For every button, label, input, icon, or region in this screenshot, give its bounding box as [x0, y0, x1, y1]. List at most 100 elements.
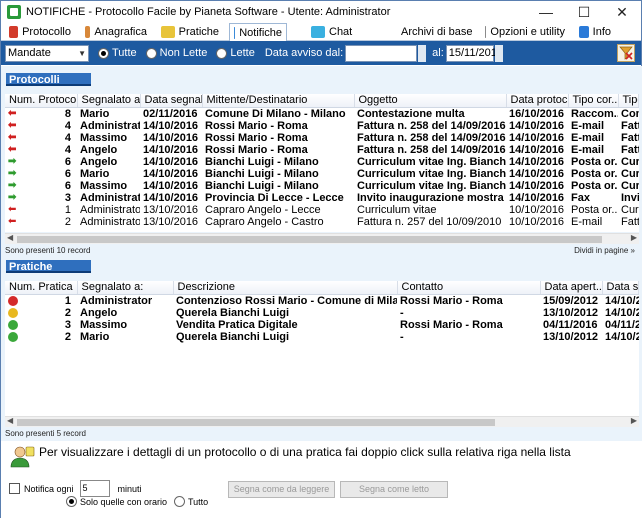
- radio-unread-dot[interactable]: [145, 47, 157, 59]
- protocolli-column-header[interactable]: Oggetto: [354, 94, 507, 108]
- tab-opzioni-e-utility[interactable]: Opzioni e utility: [481, 23, 569, 41]
- type-select[interactable]: Mandate ▼: [5, 44, 89, 62]
- protocolli-cell: ⬅ 4: [5, 144, 77, 156]
- protocolli-cell: 14/10/2016: [509, 119, 565, 132]
- protocolli-cell: Curri: [621, 155, 639, 168]
- mark-to-read-button[interactable]: Segna come da leggere: [228, 481, 335, 498]
- protocolli-cell: Angelo: [80, 143, 118, 156]
- pratiche-column-header[interactable]: Num. Pratica: [5, 281, 78, 295]
- radio-scheduled[interactable]: Solo quelle con orario: [66, 496, 167, 507]
- protocolli-row[interactable]: ➡ 6 Massimo 14/10/2016 Bianchi Luigi - Milan…: [5, 180, 639, 192]
- radio-read[interactable]: Lette: [216, 47, 255, 59]
- protocolli-cell: 14/10/2016: [509, 131, 565, 144]
- date-to-input[interactable]: 15/11/2016: [445, 44, 503, 62]
- protocolli-row[interactable]: ➡ 6 Mario 14/10/2016 Bianchi Luigi - Milano C…: [5, 168, 639, 180]
- pratiche-cell: Administrator: [80, 294, 153, 307]
- protocolli-cell: Invit: [621, 191, 639, 204]
- protocolli-cell: Bianchi Luigi - Milano: [205, 179, 319, 192]
- radio-notify-all[interactable]: Tutto: [174, 496, 208, 507]
- protocolli-column-header[interactable]: Num. Protoco...: [5, 94, 78, 108]
- date-from-picker[interactable]: [418, 44, 427, 62]
- protocolli-column-header[interactable]: Segnalato a:: [77, 94, 141, 108]
- protocolli-cell: 14/10/2016: [509, 179, 565, 192]
- mark-read-button[interactable]: Segna come letto: [340, 481, 448, 498]
- protocolli-scrollbar[interactable]: ◀ ▶: [5, 233, 639, 244]
- protocolli-cell: Curriculum vitae Ing. Bianchi Luigi: [357, 155, 506, 168]
- pratiche-scroll-thumb[interactable]: [17, 419, 495, 426]
- pratiche-column-header[interactable]: Segnalato a:: [77, 281, 174, 295]
- protocolli-row[interactable]: ⬅ 4 Angelo 14/10/2016 Rossi Mario - Roma Fatt…: [5, 144, 639, 156]
- pratiche-cell: 14/10/201: [605, 306, 639, 319]
- protocolli-cell: Comune Di Milano - Milano: [205, 107, 346, 120]
- tab-notifiche[interactable]: Notifiche: [229, 23, 287, 41]
- protocolli-column-header[interactable]: Data segnal...: [140, 94, 203, 108]
- protocolli-cell: 16/10/2016: [509, 107, 565, 120]
- pratiche-column-header[interactable]: Contatto: [397, 281, 541, 295]
- pratiche-column-header[interactable]: Descrizione: [173, 281, 398, 295]
- tab-anagrafica[interactable]: Anagrafica: [81, 23, 151, 41]
- radio-unread-label: Non Lette: [159, 47, 208, 59]
- protocolli-column-header[interactable]: Tipo: [618, 94, 639, 108]
- pratiche-row[interactable]: 2 Mario Querela Bianchi Luigi - 13/10/2012 14…: [5, 331, 639, 343]
- pratiche-row[interactable]: 2 Angelo Querela Bianchi Luigi - 13/10/2012 1…: [5, 307, 639, 319]
- tab-archivi-di-base[interactable]: Archivi di base: [393, 23, 475, 41]
- protocolli-row[interactable]: ⬅ 1 Administrator 13/10/2016 Capraro Angelo …: [5, 204, 639, 216]
- protocolli-cell: Capraro Angelo - Lecce: [205, 203, 321, 216]
- split-pages-link[interactable]: Dividi in pagine »: [574, 246, 635, 255]
- radio-unread[interactable]: Non Lette: [145, 47, 208, 59]
- pratiche-cell: 13/10/2012: [543, 330, 599, 343]
- radio-all-dot[interactable]: [98, 47, 109, 59]
- date-from-input[interactable]: [345, 44, 418, 62]
- protocolli-row[interactable]: ⬅ 8 Mario 02/11/2016 Comune Di Milano - Mila…: [5, 107, 639, 120]
- notify-checkbox[interactable]: [9, 483, 20, 494]
- radio-scheduled-dot[interactable]: [66, 496, 77, 507]
- radio-notify-all-dot[interactable]: [174, 496, 185, 507]
- status-dot-icon: [8, 307, 18, 318]
- scroll-right-icon[interactable]: ▶: [631, 416, 637, 425]
- protocolli-row[interactable]: ➡3Administrat...14/10/2016Provincia Di L…: [5, 192, 639, 204]
- protocolli-row[interactable]: ⬅ 4 Massimo 14/10/2016 Rossi Mario - Roma Fat…: [5, 132, 639, 144]
- protocolli-cell: 02/11/2016: [143, 107, 198, 120]
- pratiche-cell: Contenzioso Rossi Mario - Comune di Mila…: [176, 294, 397, 307]
- scroll-left-icon[interactable]: ◀: [7, 233, 13, 242]
- pratiche-row[interactable]: 1 Administrator Contenzioso Rossi Mario - …: [5, 294, 639, 307]
- protocol-number: 6: [64, 179, 71, 192]
- notify-row: Notifica ogni 5 minuti: [9, 480, 142, 497]
- app-icon: [7, 5, 21, 19]
- pratiche-column-header[interactable]: Data segn: [602, 281, 639, 295]
- date-to-picker[interactable]: [494, 44, 503, 62]
- minimize-button[interactable]: —: [527, 1, 565, 23]
- outgoing-arrow-icon: ➡: [8, 179, 17, 191]
- scroll-left-icon[interactable]: ◀: [7, 416, 13, 425]
- tab-label: Chat: [329, 26, 353, 38]
- tab-info[interactable]: Info: [575, 23, 615, 41]
- protocolli-column-header[interactable]: Tipo cor...: [568, 94, 619, 108]
- protocolli-row[interactable]: ⬅4Administrat...14/10/2016Rossi Mario - …: [5, 120, 639, 132]
- anagrafica-icon: [85, 26, 91, 38]
- protocolli-scroll-thumb[interactable]: [17, 236, 602, 243]
- close-button[interactable]: ✕: [603, 1, 641, 23]
- pratiche-scrollbar[interactable]: ◀ ▶: [5, 416, 639, 427]
- protocolli-row[interactable]: ➡ 6 Angelo 14/10/2016 Bianchi Luigi - Milano…: [5, 156, 639, 168]
- protocolli-column-header[interactable]: Mittente/Destinatario: [202, 94, 355, 108]
- protocolli-cell: Mario: [80, 107, 110, 120]
- maximize-button[interactable]: ☐: [565, 1, 603, 23]
- clear-filter-icon[interactable]: [617, 44, 635, 62]
- protocol-number: 4: [64, 119, 71, 132]
- protocolli-column-header[interactable]: Data protoc...: [506, 94, 569, 108]
- pratiche-row[interactable]: 3 Massimo Vendita Pratica Digitale Rossi Ma…: [5, 319, 639, 331]
- protocolli-cell: Posta or...: [571, 167, 618, 180]
- tab-chat[interactable]: Chat: [307, 23, 371, 41]
- radio-all[interactable]: Tutte: [98, 47, 137, 59]
- protocolli-row[interactable]: ⬅ 2 Administrator 13/10/2016 Capraro Angelo …: [5, 216, 639, 228]
- pratiche-cell: 2: [5, 331, 77, 343]
- scroll-right-icon[interactable]: ▶: [631, 233, 637, 242]
- notify-interval-input[interactable]: 5: [79, 480, 110, 497]
- protocolli-cell: 14/10/2016: [143, 167, 199, 180]
- tab-pratiche[interactable]: Pratiche: [157, 23, 223, 41]
- info-icon: [579, 26, 589, 38]
- tab-protocollo[interactable]: Protocollo: [5, 23, 75, 41]
- protocolli-cell: 14/10/2016: [143, 119, 199, 132]
- pratiche-column-header[interactable]: Data apert...: [540, 281, 603, 295]
- radio-read-dot[interactable]: [216, 47, 228, 59]
